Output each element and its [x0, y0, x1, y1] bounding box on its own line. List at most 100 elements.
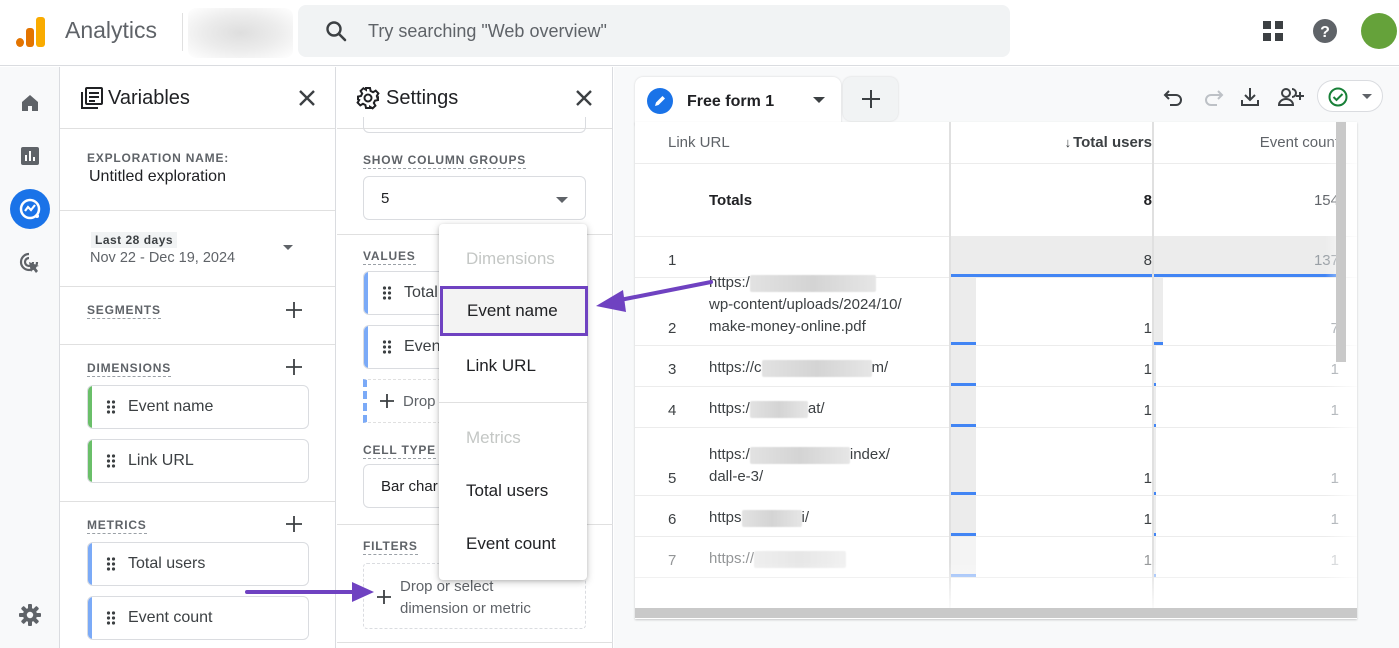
show-column-groups-label: SHOW COLUMN GROUPS	[363, 153, 527, 169]
left-navigation	[0, 67, 60, 648]
redo-icon[interactable]	[1201, 85, 1225, 109]
svg-text:?: ?	[1320, 24, 1330, 41]
add-segment-icon[interactable]	[283, 299, 305, 321]
home-icon	[22, 95, 38, 111]
metrics-label: METRICS	[87, 518, 147, 534]
reports-icon	[21, 147, 39, 165]
download-icon[interactable]	[1238, 85, 1262, 109]
account-avatar[interactable]	[1361, 13, 1397, 49]
date-range-value: Nov 22 - Dec 19, 2024	[90, 250, 236, 266]
undo-icon[interactable]	[1162, 85, 1186, 109]
close-variables-icon[interactable]	[295, 86, 319, 110]
table-row[interactable]: 5 https:/index/dall-e-3/1 1	[635, 428, 1357, 496]
account-selector-redacted[interactable]	[188, 8, 293, 58]
metric-chip-event-count[interactable]: Event count	[87, 596, 309, 640]
variables-icon	[81, 87, 103, 109]
link-url-cell: https://c m/	[709, 359, 889, 377]
dimension-chip-link-url[interactable]: Link URL	[87, 439, 309, 483]
save-status-pill[interactable]	[1317, 80, 1383, 112]
tab-menu-caret-icon[interactable]	[813, 97, 825, 103]
event-count-value: 1	[1330, 470, 1339, 487]
menu-header-dimensions: Dimensions	[466, 249, 555, 268]
totals-label: Totals	[709, 192, 753, 209]
add-metric-icon[interactable]	[283, 513, 305, 535]
total-users-value: 1	[1143, 402, 1152, 419]
column-header-link-url[interactable]: Link URL	[668, 122, 730, 162]
row-index: 7	[668, 552, 677, 569]
show-column-groups-select[interactable]: 5	[363, 176, 586, 220]
add-dimension-icon[interactable]	[283, 356, 305, 378]
table-row[interactable]: 2 https:/wp-content/uploads/2024/10/make-…	[635, 274, 1357, 346]
menu-item-link-url[interactable]: Link URL	[439, 341, 587, 391]
apps-grid-icon[interactable]	[1260, 18, 1286, 44]
link-url-cell: https:/index/dall-e-3/	[709, 446, 890, 485]
filters-drop-label: Drop or select dimension or metric	[400, 578, 531, 617]
nav-admin[interactable]	[10, 595, 50, 635]
add-tab-button[interactable]	[843, 77, 898, 121]
value-chip-label: Even	[404, 338, 441, 355]
drag-handle-icon	[106, 400, 116, 414]
nav-home[interactable]	[10, 83, 50, 123]
row-index: 5	[668, 470, 677, 487]
table-row[interactable]: 1 8 137	[635, 237, 1357, 278]
menu-item-total-users[interactable]: Total users	[439, 466, 587, 516]
search-input[interactable]	[368, 5, 968, 57]
search-bar[interactable]	[298, 5, 1010, 57]
dimensions-section: DIMENSIONS Event name Link URL	[60, 345, 335, 502]
segments-section: SEGMENTS	[60, 287, 335, 345]
close-settings-icon[interactable]	[572, 86, 596, 110]
column-header-event-count[interactable]: Event count	[1156, 122, 1339, 162]
menu-divider	[439, 402, 587, 403]
metric-chip-total-users[interactable]: Total users	[87, 542, 309, 586]
caret-down-icon	[556, 197, 568, 203]
column-divider	[1152, 122, 1154, 608]
nav-reports[interactable]	[10, 136, 50, 176]
search-icon	[326, 21, 347, 42]
plus-icon	[377, 590, 391, 604]
date-range-badge: Last 28 days	[91, 232, 178, 248]
table-row[interactable]: 4 https:/at/1 1	[635, 387, 1357, 428]
share-users-icon[interactable]	[1276, 85, 1306, 109]
menu-item-event-name[interactable]: Event name	[440, 286, 588, 336]
exploration-name-value[interactable]: Untitled exploration	[89, 168, 226, 186]
plus-icon	[861, 90, 880, 108]
row-index: 1	[668, 252, 677, 269]
app-name: Analytics	[65, 17, 158, 43]
tab-free-form-1[interactable]: Free form 1	[635, 77, 841, 125]
total-users-value: 8	[1143, 252, 1152, 269]
link-url-cell: https://	[709, 548, 847, 570]
dimension-chip-label: Event name	[128, 398, 214, 415]
nav-advertising[interactable]	[10, 243, 50, 283]
caret-down-icon	[1362, 94, 1372, 99]
event-count-value: 1	[1330, 552, 1339, 569]
drag-handle-icon	[106, 454, 116, 468]
drag-handle-icon	[106, 557, 116, 571]
help-icon[interactable]: ?	[1312, 18, 1338, 44]
table-row[interactable]: 7 https:// 1 1	[635, 537, 1357, 578]
variables-title: Variables	[108, 87, 190, 109]
dimension-chip-event-name[interactable]: Event name	[87, 385, 309, 429]
filters-label: FILTERS	[363, 539, 418, 555]
segments-label: SEGMENTS	[87, 303, 161, 319]
column-header-total-users[interactable]: ↓ Total users	[952, 122, 1152, 162]
horizontal-scrollbar[interactable]	[635, 608, 1357, 618]
settings-gear-icon	[356, 86, 380, 110]
total-users-value: 1	[1143, 511, 1152, 528]
table-row[interactable]: 6 https i/1 1	[635, 496, 1357, 537]
total-users-value: 1	[1143, 552, 1152, 569]
table-row[interactable]: 3 https://c m/1 1	[635, 346, 1357, 387]
edit-pencil-icon[interactable]	[647, 88, 673, 114]
plus-icon	[380, 394, 394, 408]
column-divider	[949, 122, 951, 608]
vertical-scrollbar[interactable]	[1336, 122, 1346, 362]
menu-item-event-count[interactable]: Event count	[439, 519, 587, 569]
totals-event-count: 154	[1313, 192, 1339, 209]
column-groups-section: SHOW COLUMN GROUPS 5	[337, 129, 613, 235]
values-label: VALUES	[363, 249, 416, 265]
nav-explore[interactable]	[10, 189, 50, 229]
date-range-picker[interactable]: Last 28 days Nov 22 - Dec 19, 2024	[60, 211, 335, 287]
metric-chip-label: Event count	[128, 609, 213, 626]
row-index: 2	[668, 320, 677, 337]
analytics-logo-icon[interactable]	[14, 15, 46, 47]
metric-chip-label: Total users	[128, 555, 206, 572]
